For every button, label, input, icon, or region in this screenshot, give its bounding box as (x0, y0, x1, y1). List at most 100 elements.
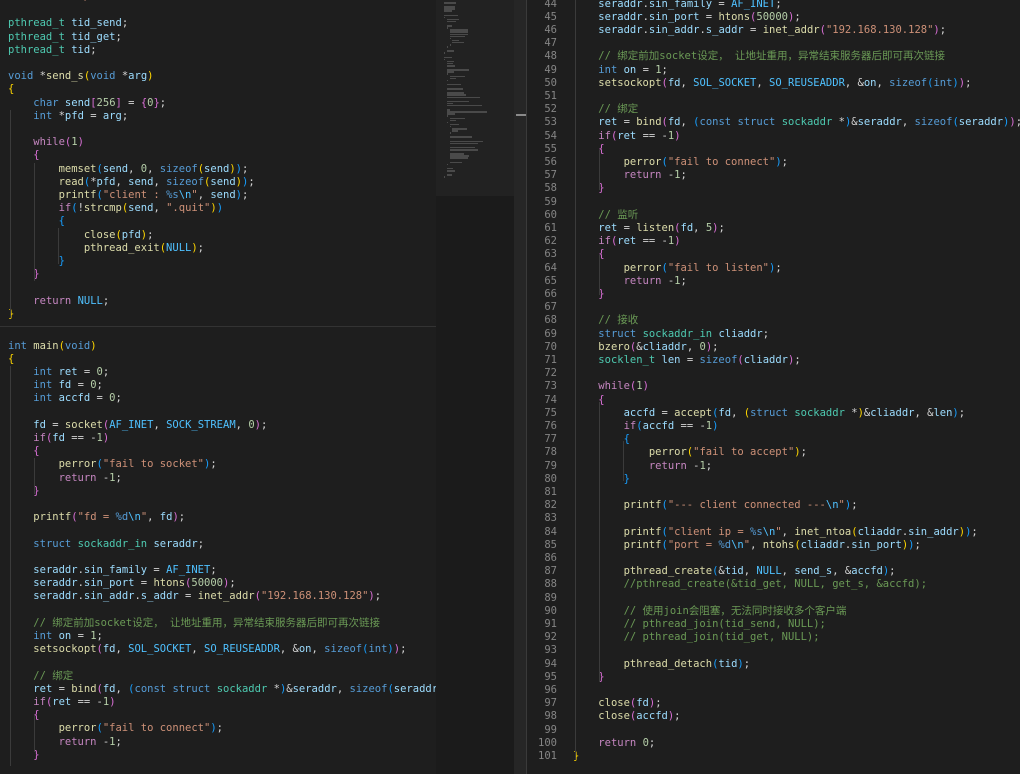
code-line[interactable]: socklen_t len = sizeof(cliaddr); (573, 354, 800, 367)
code-line[interactable]: close(pfd); (8, 229, 154, 242)
minimap-viewport[interactable] (436, 0, 514, 196)
code-line[interactable]: // 绑定前加socket设定， 让地址重用，异常结束服务器后即可再次链接 (8, 617, 380, 630)
code-line[interactable]: struct sockaddr_in seraddr; (8, 538, 204, 551)
code-line[interactable]: return NULL; (8, 295, 109, 308)
code-line[interactable]: int fd = 0; (8, 379, 103, 392)
code-line[interactable]: int main(void) (8, 340, 97, 353)
code-line[interactable]: int *pfd = arg; (8, 110, 128, 123)
code-line[interactable]: setsockopt(fd, SOL_SOCKET, SO_REUSEADDR,… (8, 643, 406, 656)
code-line[interactable]: return -1; (573, 460, 712, 473)
code-line[interactable]: #include "../head.h" (8, 0, 134, 4)
code-line[interactable]: } (8, 255, 65, 268)
minimap-line (449, 136, 472, 138)
code-line[interactable]: perror("fail to listen"); (573, 262, 782, 275)
code-line[interactable]: void *send_s(void *arg) (8, 70, 153, 83)
code-line[interactable]: if(ret == -1) (573, 130, 680, 143)
code-line[interactable]: printf("client ip = %s\n", inet_ntoa(cli… (573, 526, 978, 539)
code-line[interactable]: int ret = 0; (8, 366, 109, 379)
code-line[interactable]: // 绑定 (8, 670, 73, 683)
code-line[interactable]: return 0; (573, 737, 655, 750)
code-line[interactable]: // 使用join会阻塞，无法同时接收多个客户端 (573, 605, 847, 618)
code-line[interactable]: } (573, 750, 579, 763)
code-line[interactable]: // 接收 (573, 314, 638, 327)
code-line[interactable]: seraddr.sin_addr.s_addr = inet_addr("192… (8, 590, 381, 603)
code-line[interactable]: { (8, 149, 39, 162)
code-line[interactable]: bzero(&cliaddr, 0); (573, 341, 718, 354)
line-number: 51 (544, 89, 557, 102)
code-line[interactable]: ret = bind(fd, (const struct sockaddr *)… (8, 683, 436, 696)
code-line[interactable]: pthread_t tid_get; (8, 31, 122, 44)
code-line[interactable]: } (573, 473, 630, 486)
code-line[interactable]: pthread_t tid; (8, 44, 97, 57)
line-number: 89 (544, 591, 557, 604)
line-number: 52 (544, 103, 557, 116)
code-line[interactable]: { (8, 83, 14, 96)
code-line[interactable]: pthread_t tid_send; (8, 17, 128, 30)
code-line[interactable]: // pthread_join(tid_send, NULL); (573, 618, 826, 631)
indent-guide (34, 716, 35, 752)
line-number: 85 (544, 538, 557, 551)
code-line[interactable]: close(fd); (573, 697, 661, 710)
code-line[interactable]: // 绑定前加socket设定， 让地址重用，异常结束服务器后即可再次链接 (573, 50, 945, 63)
code-line[interactable]: printf("--- client connected ---\n"); (573, 499, 858, 512)
code-line[interactable]: char send[256] = {0}; (8, 97, 166, 110)
code-line[interactable]: pthread_create(&tid, NULL, send_s, &accf… (573, 565, 896, 578)
code-line[interactable]: int on = 1; (8, 630, 103, 643)
line-number: 94 (544, 657, 557, 670)
code-line[interactable]: // 绑定 (573, 103, 638, 116)
code-line[interactable]: perror("fail to socket"); (8, 458, 217, 471)
code-line[interactable]: pthread_exit(NULL); (8, 242, 204, 255)
code-line[interactable]: close(accfd); (573, 710, 680, 723)
code-line[interactable]: // pthread_join(tid_get, NULL); (573, 631, 820, 644)
right-editor-pane[interactable]: 44 seraddr.sin_family = AF_INET; 45 serad… (527, 0, 1020, 774)
code-line[interactable]: if(ret == -1) (573, 235, 680, 248)
code-line[interactable]: perror("fail to connect"); (573, 156, 788, 169)
code-line[interactable]: accfd = accept(fd, (struct sockaddr *)&c… (573, 407, 966, 420)
minimap-line (446, 174, 453, 176)
code-line[interactable]: ret = bind(fd, (const struct sockaddr *)… (573, 116, 1020, 129)
minimap[interactable] (436, 0, 514, 774)
code-line[interactable]: int on = 1; (573, 64, 668, 77)
code-line[interactable]: struct sockaddr_in cliaddr; (573, 328, 769, 341)
editor-scrollbar[interactable] (514, 0, 526, 774)
left-editor-pane[interactable]: #include "../head.h" pthread_t tid_send;p… (0, 0, 436, 774)
minimap-line (446, 113, 455, 115)
code-line[interactable]: { (8, 445, 39, 458)
code-line[interactable]: while(1) (573, 380, 649, 393)
code-line[interactable]: } (8, 308, 14, 321)
code-line[interactable]: //pthread_create(&tid_get, NULL, get_s, … (573, 578, 927, 591)
code-line[interactable]: printf("client : %s\n", send); (8, 189, 249, 202)
code-line[interactable]: seraddr.sin_family = AF_INET; (8, 564, 216, 577)
code-line[interactable]: { (573, 433, 630, 446)
scrollbar-thumb[interactable] (516, 114, 526, 116)
code-line[interactable]: if(!strcmp(send, ".quit")) (8, 202, 223, 215)
code-line[interactable]: perror("fail to connect"); (8, 722, 223, 735)
code-line[interactable]: ret = listen(fd, 5); (573, 222, 725, 235)
minimap-line (446, 96, 480, 98)
code-line[interactable]: int accfd = 0; (8, 392, 122, 405)
indent-guide (58, 228, 59, 264)
code-line[interactable]: { (8, 353, 14, 366)
code-line[interactable]: return -1; (8, 472, 122, 485)
code-line[interactable]: return -1; (8, 736, 122, 749)
code-line[interactable]: while(1) (8, 136, 84, 149)
code-line[interactable]: { (8, 215, 65, 228)
code-line[interactable]: printf("port = %d\n", ntohs(cliaddr.sin_… (573, 539, 921, 552)
code-line[interactable]: return -1; (573, 275, 687, 288)
code-line[interactable]: fd = socket(AF_INET, SOCK_STREAM, 0); (8, 419, 267, 432)
code-line[interactable]: if(accfd == -1) (573, 420, 719, 433)
code-line[interactable]: read(*pfd, send, sizeof(send)); (8, 176, 255, 189)
code-line[interactable]: memset(send, 0, sizeof(send)); (8, 163, 249, 176)
code-line[interactable]: seraddr.sin_family = AF_INET; (573, 0, 781, 11)
code-line[interactable]: if(fd == -1) (8, 432, 109, 445)
code-line[interactable]: perror("fail to accept"); (573, 446, 807, 459)
code-line[interactable]: setsockopt(fd, SOL_SOCKET, SO_REUSEADDR,… (573, 77, 971, 90)
code-line[interactable]: // 监听 (573, 209, 638, 222)
code-line[interactable]: if(ret == -1) (8, 696, 115, 709)
code-line[interactable]: seraddr.sin_port = htons(50000); (573, 11, 800, 24)
line-number: 46 (544, 23, 557, 36)
code-line[interactable]: return -1; (573, 169, 687, 182)
code-line[interactable]: seraddr.sin_port = htons(50000); (8, 577, 235, 590)
code-line[interactable]: printf("fd = %d\n", fd); (8, 511, 185, 524)
code-line[interactable]: seraddr.sin_addr.s_addr = inet_addr("192… (573, 24, 946, 37)
